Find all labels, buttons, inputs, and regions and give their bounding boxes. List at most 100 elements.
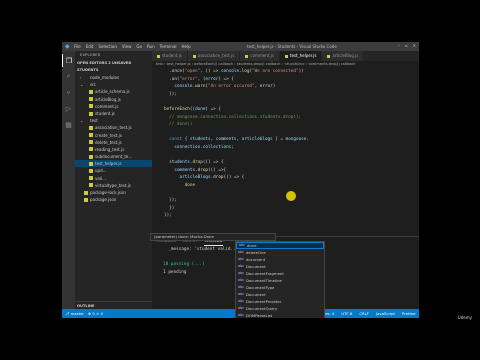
code-token: .	[306, 137, 309, 143]
extensions-icon[interactable]: ▦	[62, 118, 75, 131]
text-suggestion-icon: abc	[238, 250, 245, 254]
suggestion-item[interactable]: abc DocumentTimeline	[236, 277, 324, 284]
file-tree-label: student.js	[95, 110, 115, 116]
folder-item[interactable]: ⌄ test	[75, 117, 152, 124]
code-token: ))	[298, 69, 304, 74]
file-item[interactable]: create_test.js	[75, 132, 152, 139]
file-tree-label: node_modules	[90, 75, 120, 80]
folder-item[interactable]: › node_modules	[75, 74, 152, 81]
source-control-icon[interactable]: ⑂	[62, 86, 75, 99]
code-token: articleblogs	[241, 137, 273, 143]
file-item[interactable]: upd...	[75, 167, 152, 174]
file-item[interactable]: article_schema.js	[75, 88, 152, 95]
file-tree-label: test	[90, 118, 98, 124]
menu-item-run[interactable]: Run	[147, 44, 155, 49]
editor-tab-label: test_helper.js	[289, 53, 317, 58]
suggestion-label: document	[246, 257, 266, 262]
suggestion-item[interactable]: abc DocumentType	[236, 284, 324, 291]
file-item[interactable]: student.js	[75, 110, 152, 117]
file-item[interactable]: comment.js	[75, 103, 152, 110]
editor-tab[interactable]: test_helper.js	[279, 51, 323, 61]
menu-item-edit[interactable]: Edit	[86, 44, 94, 49]
menu-item-go[interactable]: Go	[136, 44, 142, 49]
code-token: ) => {	[205, 106, 221, 112]
file-item[interactable]: association_test.js	[75, 124, 152, 131]
code-token: , error)	[254, 84, 276, 90]
menu-item-view[interactable]: View	[122, 44, 132, 49]
folder-icon	[84, 119, 88, 123]
folder-item[interactable]: ⌄ src	[75, 81, 152, 88]
menu-item-terminal[interactable]: Terminal	[160, 44, 177, 49]
file-tree-label: src	[90, 82, 96, 88]
text-suggestion-icon: abc	[238, 257, 245, 261]
json-file-icon	[84, 197, 88, 202]
outline-section[interactable]: OUTLINE	[75, 301, 152, 309]
code-token: (() => {	[223, 175, 245, 181]
status-item[interactable]: Prettier	[402, 309, 416, 318]
vscode-logo-icon: ◆	[65, 42, 70, 50]
suggestion-item[interactable]: abc DOMParseList	[236, 312, 324, 318]
file-item[interactable]: articleBlog.js	[75, 96, 152, 103]
status-item[interactable]: ⊗ 0 ⚠ 0	[88, 309, 103, 318]
code-line: comments.drop(() =>{	[164, 167, 419, 175]
open-editors-section[interactable]: OPEN EDITORS 2 UNSAVED	[75, 60, 152, 67]
project-root[interactable]: STUDENTS	[75, 67, 152, 74]
suggestion-item[interactable]: abc DocumentQuery	[236, 305, 324, 312]
file-item[interactable]: vali...	[75, 175, 152, 182]
text-suggestion-icon: abc	[239, 243, 246, 247]
editor-tab[interactable]: articleBlog.js	[322, 51, 365, 61]
js-file-icon	[89, 111, 93, 116]
status-item[interactable]: UTF-8	[341, 309, 352, 318]
file-item[interactable]: package-lock.json	[75, 189, 152, 196]
suggestion-item[interactable]: abc DocumentFragment	[236, 270, 324, 277]
code-token: "We are connected"	[252, 69, 299, 74]
folder-icon	[84, 83, 88, 87]
code-token: .once(	[164, 69, 185, 74]
editor-tab[interactable]: association_test.js	[187, 51, 241, 61]
js-file-icon	[89, 89, 93, 94]
editor-tab[interactable]: student.js	[152, 51, 188, 61]
suggestion-item[interactable]: abc DocumentProvider	[236, 298, 324, 305]
menu-item-help[interactable]: Help	[182, 44, 191, 49]
file-tree-label: upd...	[95, 168, 107, 174]
search-icon[interactable]: ⌕	[62, 70, 75, 83]
status-item[interactable]: JavaScript	[376, 309, 395, 318]
breadcrumb[interactable]: test › test_helper.js › beforeEach() cal…	[152, 61, 419, 68]
editor-tab[interactable]: comment.js	[240, 51, 280, 61]
file-item[interactable]: reading_test.js	[75, 146, 152, 153]
file-item[interactable]: package.json	[75, 196, 152, 203]
minimize-icon[interactable]: –	[398, 43, 400, 48]
code-token: error	[205, 76, 219, 82]
code-line: .once("open", () => console.log("We are …	[164, 68, 419, 76]
menu-item-file[interactable]: File	[74, 44, 81, 49]
suggestion-item[interactable]: abc Document	[236, 263, 324, 270]
suggestion-label: Document	[246, 292, 266, 297]
suggestion-item[interactable]: abc done	[236, 242, 324, 249]
code-token: .on(	[164, 76, 180, 82]
files-icon[interactable]: ❐	[62, 54, 75, 67]
code-token: // done()	[164, 122, 193, 128]
file-item[interactable]: virtualtype_test.js	[75, 182, 152, 189]
debug-icon[interactable]: ▷	[62, 102, 75, 115]
autocomplete-suggestions: abc done abc deleteOne abc document abc Documen…	[235, 241, 325, 318]
suggestion-label: DocumentType	[246, 285, 275, 290]
code-line: done	[164, 182, 419, 190]
file-item[interactable]: subdocument_te...	[75, 153, 152, 160]
close-icon[interactable]: ✕	[413, 43, 416, 48]
code-line: });	[164, 91, 419, 99]
code-token: mongoose	[285, 137, 307, 143]
window-controls: – ▫ ✕	[398, 43, 416, 48]
suggestion-item[interactable]: abc deleteOne	[236, 249, 324, 256]
activity-bar: ❐ ⌕ ⑂ ▷ ▦	[62, 51, 75, 309]
file-item[interactable]: test_helper.js	[75, 160, 152, 168]
menu-item-selection[interactable]: Selection	[98, 44, 116, 49]
status-item[interactable]: CRLF	[359, 309, 369, 318]
status-item[interactable]: ⎇ master	[65, 309, 84, 318]
file-item[interactable]: delete_test.js	[75, 139, 152, 146]
code-token: done	[195, 106, 206, 112]
suggestion-item[interactable]: abc Document	[236, 291, 324, 298]
suggestion-item[interactable]: abc document	[236, 256, 324, 263]
code-token: })	[164, 205, 175, 211]
maximize-icon[interactable]: ▫	[405, 43, 408, 48]
